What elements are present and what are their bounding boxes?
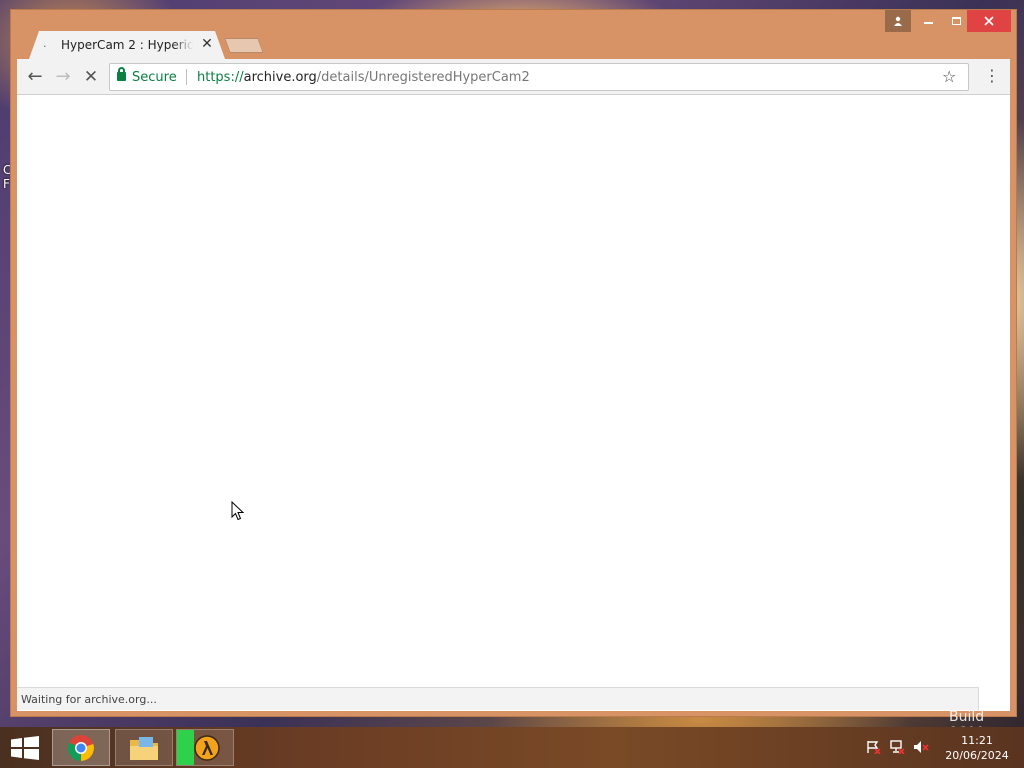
lock-icon (117, 67, 126, 81)
status-bubble: Waiting for archive.org... (17, 687, 979, 710)
window-close-button[interactable] (967, 10, 1011, 32)
page-content-area[interactable] (17, 95, 1010, 711)
windows-start-button[interactable] (10, 736, 40, 760)
tab-close-button[interactable]: ✕ (199, 36, 215, 52)
maximize-button[interactable] (942, 10, 970, 32)
close-icon (984, 16, 994, 26)
maximize-icon (951, 17, 961, 25)
mouse-cursor-icon (231, 501, 245, 521)
minimize-button[interactable] (914, 10, 942, 32)
tab-title: HyperCam 2 : Hyperionics (61, 38, 193, 52)
stop-loading-button[interactable]: ✕ (80, 66, 102, 88)
taskbar: 11:21 20/06/2024 (0, 727, 1024, 768)
taskbar-half-life-button[interactable] (176, 729, 234, 766)
half-life-lambda-icon (194, 734, 220, 761)
active-app-indicator (177, 730, 194, 765)
bookmark-star-icon[interactable]: ☆ (942, 67, 956, 86)
browser-menu-button[interactable]: ⋮ (983, 65, 1001, 87)
secure-label[interactable]: Secure (132, 70, 177, 85)
minimize-icon (923, 22, 933, 24)
clock-date: 20/06/2024 (945, 749, 1009, 762)
desktop-icon-label-fragment: F (3, 177, 10, 191)
tab-active[interactable]: . HyperCam 2 : Hyperionics ✕ (29, 31, 225, 59)
chrome-icon (67, 734, 94, 761)
omnibox-divider (186, 69, 187, 85)
url-path: /details/UnregisteredHyperCam2 (316, 70, 530, 85)
url-host: archive.org (243, 70, 317, 85)
person-icon (894, 16, 902, 26)
folder-icon (130, 736, 158, 760)
profile-button[interactable] (885, 10, 911, 32)
new-tab-button[interactable] (224, 38, 264, 53)
browser-toolbar: ← → ✕ Secure https://archive.org/details… (17, 59, 1010, 95)
taskbar-file-explorer-button[interactable] (115, 729, 173, 766)
back-button[interactable]: ← (24, 66, 46, 88)
volume-muted-icon[interactable] (913, 740, 929, 754)
address-bar[interactable]: Secure https://archive.org/details/Unreg… (109, 63, 969, 91)
forward-button[interactable]: → (52, 66, 74, 88)
network-icon[interactable] (889, 740, 905, 754)
clock-time: 11:21 (961, 734, 993, 747)
browser-window: . HyperCam 2 : Hyperionics ✕ ← → ✕ Secur… (10, 9, 1017, 717)
url-text[interactable]: https://archive.org/details/Unregistered… (197, 70, 530, 85)
action-center-flag-icon[interactable] (865, 740, 881, 754)
url-scheme: https:// (197, 70, 244, 85)
tab-favicon-icon: . (43, 37, 47, 50)
taskbar-clock[interactable]: 11:21 20/06/2024 (940, 733, 1014, 763)
taskbar-chrome-button[interactable] (52, 729, 110, 766)
